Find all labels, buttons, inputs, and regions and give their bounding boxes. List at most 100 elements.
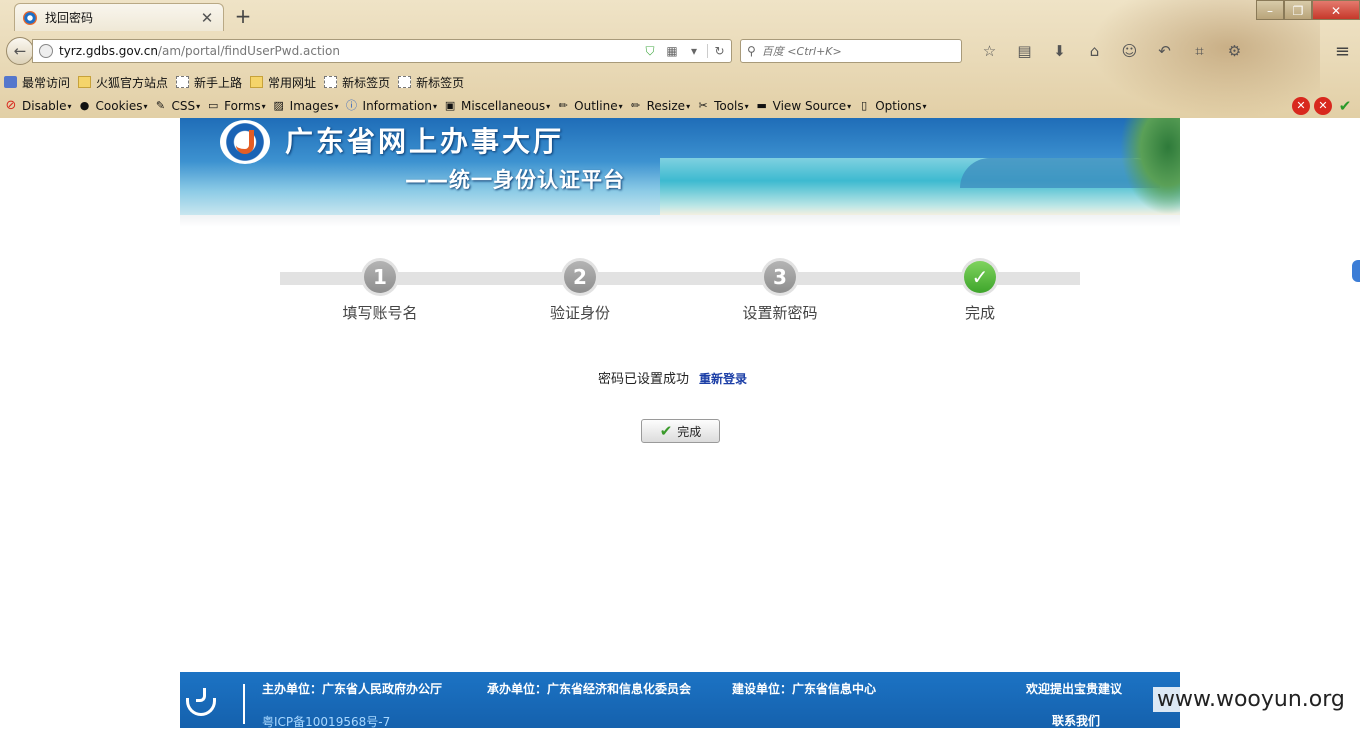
dev-resize[interactable]: ✏ Resize ▾ [629,99,690,113]
dev-information[interactable]: ⓘ Information ▾ [345,99,437,113]
site-favicon-icon [23,10,37,25]
crop-icon[interactable]: ⌗ [1182,42,1217,60]
nav-bar: ← tyrz.gdbs.gov.cn/am/portal/findUserPwd… [0,33,1360,69]
success-text: 密码已设置成功 [598,372,690,387]
dev-options[interactable]: ▯ Options ▾ [857,99,926,113]
bookmark-star-icon[interactable]: ☆ [972,42,1007,60]
dev-forms[interactable]: ▭ Forms ▾ [206,99,266,113]
resize-icon: ✏ [631,99,641,112]
dev-tools[interactable]: ✂ Tools ▾ [696,99,748,113]
qr-code-icon[interactable]: ▦ [663,44,681,58]
images-icon: ▨ [273,99,284,112]
footer-divider [243,684,245,724]
url-bar[interactable]: tyrz.gdbs.gov.cn/am/portal/findUserPwd.a… [32,39,732,63]
cookies-icon: ● [79,99,90,112]
step-label: 设置新密码 [742,304,818,322]
menu-icon[interactable]: ≡ [1335,41,1350,62]
footer-icp[interactable]: 粤ICP备10019568号-7 [262,713,390,730]
footer-organizer: 承办单位：广东省经济和信息化委员会 [487,682,692,696]
folder-icon [250,76,264,88]
step-number: 2 [564,261,596,293]
dev-outline[interactable]: ✏ Outline ▾ [556,99,623,113]
back-button[interactable]: ← [6,37,34,65]
bookmark-common-sites[interactable]: 常用网址 [250,74,316,91]
footer-suggestion-link[interactable]: 欢迎提出宝贵建议 [1026,680,1122,697]
bookmark-new-tab-2[interactable]: 新标签页 [398,74,464,91]
tab-current[interactable]: 找回密码 ✕ [14,3,224,31]
banner-shadow [180,215,1180,227]
dev-miscellaneous[interactable]: ▣ Miscellaneous ▾ [443,99,550,113]
step-label: 验证身份 [549,304,610,322]
close-tab-icon[interactable]: ✕ [199,9,215,27]
tab-strip: 找回密码 ✕ + – ❐ ✕ [0,0,1360,33]
step-2: 2 验证身份 [480,258,680,323]
shield-icon[interactable]: ⛉ [641,44,659,59]
outline-icon: ✏ [558,99,568,112]
bookmark-firefox-site[interactable]: 火狐官方站点 [78,74,168,91]
minimize-button[interactable]: – [1256,0,1284,20]
chat-icon[interactable]: ☺ [1112,42,1147,60]
site-footer: 主办单位：广东省人民政府办公厅 承办单位：广东省经济和信息化委员会 建设单位：广… [180,672,1180,730]
new-tab-button[interactable]: + [232,4,254,28]
bookmark-new-tab-1[interactable]: 新标签页 [324,74,390,91]
search-icon: ⚲ [747,44,756,58]
check-icon: ✓ [964,261,996,293]
side-floating-icon[interactable] [1352,260,1360,282]
dropdown-icon[interactable]: ▾ [685,44,703,58]
relogin-link[interactable]: 重新登录 [699,372,747,386]
step-3: 3 设置新密码 [680,258,880,323]
site-title: 广东省网上办事大厅 [285,125,565,158]
home-icon[interactable]: ⌂ [1077,42,1112,60]
dev-cookies[interactable]: ● Cookies ▾ [78,99,148,113]
step-label: 填写账号名 [342,304,418,322]
web-developer-toolbar: ⊘ Disable ▾ ● Cookies ▾ ✎ CSS ▾ ▭ Forms ▾ ▨ Image… [0,95,1360,117]
error-icon[interactable]: ✕ [1314,97,1332,115]
dev-css[interactable]: ✎ CSS ▾ [154,99,200,113]
footer-contact-link[interactable]: 联系我们 [1052,712,1100,729]
dev-disable[interactable]: ⊘ Disable ▾ [4,98,72,114]
reload-icon[interactable]: ↻ [707,44,725,58]
check-icon: ✔ [659,422,673,440]
step-1: 1 填写账号名 [280,258,480,323]
close-window-button[interactable]: ✕ [1312,0,1360,20]
bookmark-most-visited[interactable]: 最常访问 [4,74,70,91]
information-icon: ⓘ [346,99,358,112]
dev-view-source[interactable]: ▬ View Source ▾ [755,99,851,113]
extension-icon[interactable]: ⚙ [1217,42,1252,60]
error-icon[interactable]: ✕ [1292,97,1310,115]
reading-list-icon[interactable]: ▤ [1007,42,1042,60]
forms-icon: ▭ [207,99,219,112]
progress-steps: 1 填写账号名 2 验证身份 3 设置新密码 ✓ 完成 [280,258,1080,328]
disable-icon: ⊘ [5,98,17,113]
page-icon [176,76,190,88]
search-bar[interactable]: ⚲ [740,39,962,63]
ok-check-icon[interactable]: ✔ [1336,97,1354,115]
success-message: 密码已设置成功 重新登录 [598,368,747,387]
miscellaneous-icon: ▣ [444,99,456,112]
most-visited-icon [4,76,17,88]
page-icon [398,76,412,88]
css-icon: ✎ [155,99,166,112]
finish-button[interactable]: ✔ 完成 [641,419,720,443]
bookmark-getting-started[interactable]: 新手上路 [176,74,242,91]
site-subtitle: ——统一身份认证平台 [405,168,625,192]
footer-sponsor: 主办单位：广东省人民政府办公厅 [262,682,443,696]
step-4: ✓ 完成 [880,258,1080,323]
search-input[interactable] [761,44,942,58]
url-text[interactable]: tyrz.gdbs.gov.cn/am/portal/findUserPwd.a… [59,44,637,58]
dev-images[interactable]: ▨ Images ▾ [272,99,338,113]
site-logo [220,120,270,164]
finish-button-label: 完成 [677,424,702,439]
download-icon[interactable]: ⬇ [1042,42,1077,60]
footer-builder: 建设单位：广东省信息中心 [732,682,877,696]
undo-icon[interactable]: ↶ [1147,42,1182,60]
options-icon: ▯ [861,99,868,112]
site-banner: 广东省网上办事大厅 ——统一身份认证平台 [180,118,1180,215]
restore-button[interactable]: ❐ [1284,0,1312,20]
view-source-icon: ▬ [756,99,767,112]
window-controls: – ❐ ✕ [1256,0,1360,20]
page-icon [324,76,338,88]
tools-icon: ✂ [698,99,708,112]
step-number: 1 [364,261,396,293]
footer-logo [184,686,220,720]
